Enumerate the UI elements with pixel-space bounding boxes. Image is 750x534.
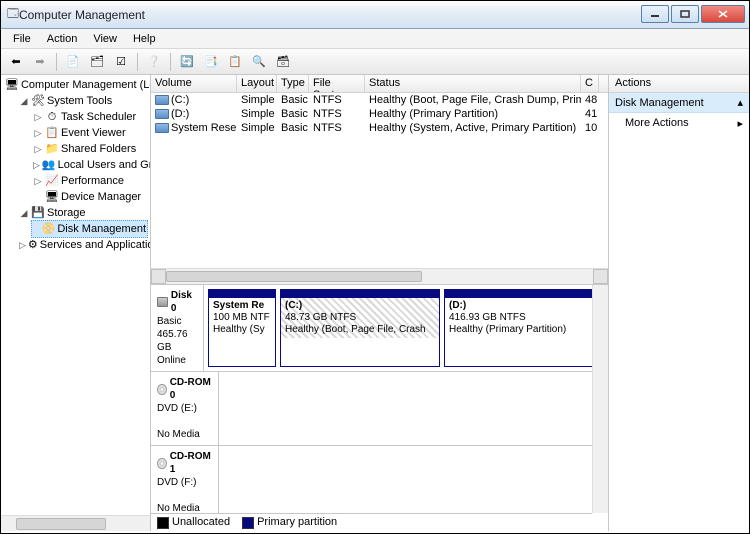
- actions-more[interactable]: More Actions▸: [609, 113, 749, 134]
- disk-vscrollbar[interactable]: [592, 285, 608, 513]
- legend-swatch-primary: [242, 517, 254, 529]
- menu-action[interactable]: Action: [39, 31, 86, 47]
- menu-help[interactable]: Help: [125, 31, 164, 47]
- actions-pane: Actions Disk Management▴ More Actions▸: [609, 75, 749, 531]
- tree-storage[interactable]: ◢💾Storage: [17, 205, 148, 221]
- disk-info: CD-ROM 1 DVD (F:) No Media: [151, 446, 219, 519]
- tree-device-manager[interactable]: 🖥Device Manager: [31, 189, 148, 205]
- tree-system-tools[interactable]: ◢🛠System Tools: [17, 93, 148, 109]
- volume-icon: [155, 109, 169, 119]
- users-icon: 👥: [42, 158, 56, 172]
- col-filesystem[interactable]: File System: [309, 75, 365, 92]
- volume-icon: [155, 95, 169, 105]
- window-title: Computer Management: [19, 8, 639, 22]
- tool-button-4[interactable]: 🗃: [272, 51, 294, 73]
- grid-scrollbar[interactable]: [151, 268, 608, 284]
- tool-button-1[interactable]: 📑: [200, 51, 222, 73]
- tree-services[interactable]: ▷⚙Services and Applications: [17, 237, 148, 253]
- menu-file[interactable]: File: [5, 31, 39, 47]
- tree-shared-folders[interactable]: ▷📁Shared Folders: [31, 141, 148, 157]
- volume-row[interactable]: System Reserved Simple Basic NTFS Health…: [151, 121, 608, 135]
- disk-icon: [157, 297, 168, 307]
- tree-root[interactable]: 🖥Computer Management (Local: [3, 77, 148, 93]
- volume-row[interactable]: (D:) Simple Basic NTFS Healthy (Primary …: [151, 107, 608, 121]
- collapse-icon: ▴: [737, 96, 743, 109]
- toolbar: ⬅ ➡ 📄 🗂 ☑ ❔ 🔄 📑 📋 🔍 🗃: [1, 49, 749, 75]
- actions-section[interactable]: Disk Management▴: [609, 93, 749, 113]
- refresh-button[interactable]: 🔄: [176, 51, 198, 73]
- expand-icon[interactable]: ▷: [19, 237, 26, 253]
- device-icon: 🖥: [45, 190, 59, 204]
- expand-icon[interactable]: ▷: [33, 173, 43, 189]
- volume-grid-header: Volume Layout Type File System Status C: [151, 75, 608, 93]
- maximize-button[interactable]: [671, 5, 699, 23]
- tree-performance[interactable]: ▷📈Performance: [31, 173, 148, 189]
- close-button[interactable]: [701, 5, 745, 23]
- disk-row[interactable]: CD-ROM 0 DVD (E:) No Media: [151, 372, 608, 446]
- event-icon: 📋: [45, 126, 59, 140]
- computer-icon: 🖥: [5, 78, 19, 92]
- col-type[interactable]: Type: [277, 75, 309, 92]
- up-button[interactable]: 📄: [62, 51, 84, 73]
- actions-title: Actions: [609, 75, 749, 93]
- col-layout[interactable]: Layout: [237, 75, 277, 92]
- tree-event-viewer[interactable]: ▷📋Event Viewer: [31, 125, 148, 141]
- disk-info: CD-ROM 0 DVD (E:) No Media: [151, 372, 219, 445]
- tool-button-3[interactable]: 🔍: [248, 51, 270, 73]
- scheduler-icon: ⏱: [45, 110, 59, 124]
- disk-graphic-pane: Disk 0 Basic 465.76 GB Online System Re1…: [151, 285, 608, 531]
- tree-scrollbar[interactable]: [1, 515, 150, 531]
- folder-icon: 📁: [45, 142, 59, 156]
- legend-swatch-unallocated: [157, 517, 169, 529]
- collapse-icon[interactable]: ◢: [19, 205, 29, 221]
- menubar: File Action View Help: [1, 29, 749, 49]
- menu-view[interactable]: View: [85, 31, 125, 47]
- perf-icon: 📈: [45, 174, 59, 188]
- col-status[interactable]: Status: [365, 75, 581, 92]
- tool-button-2[interactable]: 📋: [224, 51, 246, 73]
- storage-icon: 💾: [31, 206, 45, 220]
- tools-icon: 🛠: [31, 94, 45, 108]
- expand-icon[interactable]: ▷: [33, 157, 40, 173]
- partition[interactable]: (C:)48.73 GB NTFSHealthy (Boot, Page Fil…: [280, 289, 440, 367]
- disk-mgmt-icon: 📀: [42, 222, 56, 236]
- tree-local-users[interactable]: ▷👥Local Users and Groups: [31, 157, 148, 173]
- minimize-button[interactable]: [641, 5, 669, 23]
- show-hide-button[interactable]: 🗂: [86, 51, 108, 73]
- volume-grid[interactable]: (C:) Simple Basic NTFS Healthy (Boot, Pa…: [151, 93, 608, 135]
- collapse-icon[interactable]: ◢: [19, 93, 29, 109]
- volume-icon: [155, 123, 169, 133]
- tree-disk-management[interactable]: 📀Disk Management: [31, 220, 148, 238]
- col-capacity[interactable]: C: [581, 75, 599, 92]
- disk-row[interactable]: Disk 0 Basic 465.76 GB Online System Re1…: [151, 285, 608, 372]
- main-pane: Volume Layout Type File System Status C …: [151, 75, 609, 531]
- forward-button[interactable]: ➡: [29, 51, 51, 73]
- chevron-right-icon: ▸: [737, 117, 743, 130]
- partition[interactable]: (D:)416.93 GB NTFSHealthy (Primary Parti…: [444, 289, 604, 367]
- cdrom-icon: [157, 458, 167, 469]
- disk-row[interactable]: CD-ROM 1 DVD (F:) No Media: [151, 446, 608, 519]
- expand-icon[interactable]: ▷: [33, 141, 43, 157]
- services-icon: ⚙: [28, 238, 38, 252]
- back-button[interactable]: ⬅: [5, 51, 27, 73]
- app-icon: 🗔: [7, 5, 19, 24]
- expand-icon[interactable]: ▷: [33, 109, 43, 125]
- expand-icon[interactable]: ▷: [33, 125, 43, 141]
- col-volume[interactable]: Volume: [151, 75, 237, 92]
- cdrom-icon: [157, 384, 167, 395]
- disk-info: Disk 0 Basic 465.76 GB Online: [151, 285, 204, 371]
- partition[interactable]: System Re100 MB NTFHealthy (Sy: [208, 289, 276, 367]
- legend: Unallocated Primary partition: [151, 513, 592, 531]
- titlebar: 🗔 Computer Management: [1, 1, 749, 29]
- nav-tree[interactable]: 🖥Computer Management (Local ◢🛠System Too…: [1, 75, 151, 531]
- volume-row[interactable]: (C:) Simple Basic NTFS Healthy (Boot, Pa…: [151, 93, 608, 107]
- help-button[interactable]: ❔: [143, 51, 165, 73]
- tree-task-scheduler[interactable]: ▷⏱Task Scheduler: [31, 109, 148, 125]
- properties-button[interactable]: ☑: [110, 51, 132, 73]
